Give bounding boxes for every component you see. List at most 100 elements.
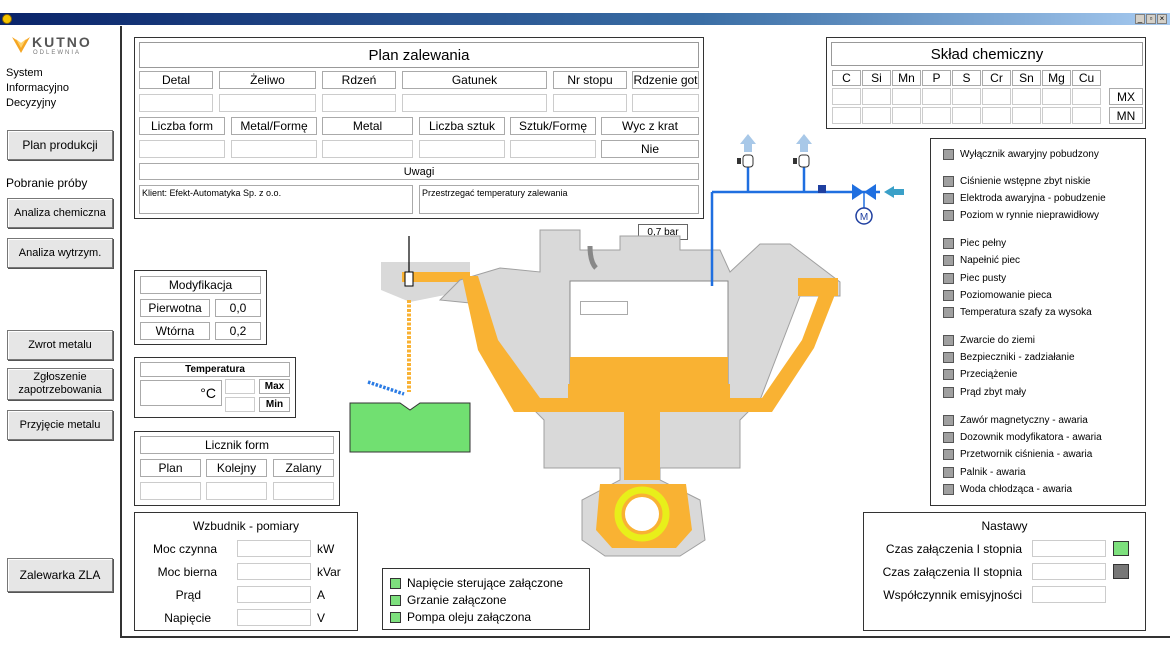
alarm-indicator [943,484,954,495]
prad-field[interactable] [237,586,311,603]
wzbudnik-panel: Wzbudnik - pomiary Moc czynna kW Moc bie… [134,512,358,631]
alarm-item: Elektroda awaryjna - pobudzenie [943,190,1106,207]
sklad-mx-p[interactable] [922,88,951,105]
logo: KUTNO ODLEWNIA [10,34,110,62]
nr-stopu-field[interactable] [553,94,627,112]
napiecie-field[interactable] [237,609,311,626]
moc-bierna-field[interactable] [237,563,311,580]
metal-forme-field[interactable] [231,140,317,158]
alarm-item: Poziom w rynnie nieprawidłowy [943,207,1099,224]
sklad-mx-c[interactable] [832,88,861,105]
status-grzanie: Grzanie załączone [390,592,506,608]
nastawy-row1-indicator [1113,541,1129,556]
pobranie-proby-title: Pobranie próby [6,176,88,190]
wtorna-label: Wtórna [140,322,210,340]
zgloszenie-line2: zapotrzebowania [18,384,102,396]
rdzenie-got-field[interactable] [632,94,699,112]
rdzen-field[interactable] [322,94,396,112]
alarm-item: Dozownik modyfikatora - awaria [943,429,1102,446]
alarm-indicator [943,307,954,318]
zgloszenie-line1: Zgłoszenie [33,371,87,383]
licznik-title: Licznik form [140,436,334,454]
status-grzanie-label: Grzanie załączone [407,593,507,607]
sklad-mn-sn[interactable] [1012,107,1041,124]
sklad-mn-mg[interactable] [1042,107,1071,124]
alarm-item: Przeciążenie [943,366,1017,383]
analiza-chemiczna-button[interactable]: Analiza chemiczna [7,198,113,228]
zalewarka-zla-button[interactable]: Zalewarka ZLA [7,558,113,592]
header-gatunek: Gatunek [402,71,547,89]
licznik-plan-field[interactable] [140,482,201,500]
alarm-label: Zawór magnetyczny - awaria [960,415,1088,426]
sklad-mn-mn[interactable] [892,107,921,124]
plan-produkcji-button[interactable]: Plan produkcji [7,130,113,160]
wtorna-value[interactable]: 0,2 [215,322,261,340]
sklad-mn-si[interactable] [862,107,891,124]
alarm-item: Zwarcie do ziemi [943,332,1035,349]
nastawy-row3-field[interactable] [1032,586,1106,603]
pierwotna-value[interactable]: 0,0 [215,299,261,317]
alarm-indicator [943,210,954,221]
alarm-indicator [943,467,954,478]
liczba-form-field[interactable] [139,140,225,158]
alarm-label: Bezpieczniki - zadziałanie [960,352,1075,363]
sklad-mx-mg[interactable] [1042,88,1071,105]
alarm-indicator [943,432,954,443]
zgloszenie-zapotrzebowania-button[interactable]: Zgłoszenie zapotrzebowania [7,368,113,400]
gatunek-field[interactable] [402,94,547,112]
przyjecie-metalu-button[interactable]: Przyjęcie metalu [7,410,113,440]
sklad-mx-label: MX [1109,88,1143,105]
furnace-level-display [580,301,628,315]
licznik-plan-label: Plan [140,459,201,477]
header-rdzenie-got: Rdzenie got [632,71,699,89]
licznik-kolejny-label: Kolejny [206,459,267,477]
analiza-wytrzym-button[interactable]: Analiza wytrzym. [7,238,113,268]
status-pompa-indicator [390,611,401,623]
sklad-mn-cu[interactable] [1072,107,1101,124]
sklad-header-s: S [952,70,981,86]
maximize-button[interactable]: ▫ [1146,14,1156,24]
sklad-mx-sn[interactable] [1012,88,1041,105]
minimize-button[interactable]: _ [1135,14,1145,24]
moc-bierna-label: Moc bierna [157,565,217,579]
alarm-item: Temperatura szafy za wysoka [943,304,1092,321]
moc-czynna-unit: kW [317,542,335,556]
sklad-mx-cu[interactable] [1072,88,1101,105]
sklad-mx-mn[interactable] [892,88,921,105]
sklad-mn-cr[interactable] [982,107,1011,124]
title-bar: _ ▫ × [0,0,1170,26]
alarm-label: Napełnić piec [960,255,1021,266]
alarm-label: Ciśnienie wstępne zbyt niskie [960,176,1091,187]
close-button[interactable]: × [1157,14,1167,24]
sklad-mx-s[interactable] [952,88,981,105]
licznik-zalany-field[interactable] [273,482,334,500]
header-detal: Detal [139,71,213,89]
header-liczba-form: Liczba form [139,117,225,135]
temp-min-field[interactable] [225,397,255,412]
sklad-header-mg: Mg [1042,70,1071,86]
sklad-mx-cr[interactable] [982,88,1011,105]
nastawy-row2-field[interactable] [1032,563,1106,580]
zwrot-metalu-button[interactable]: Zwrot metalu [7,330,113,360]
header-zeliwo: Żeliwo [219,71,316,89]
alarm-label: Prąd zbyt mały [960,387,1027,398]
alarm-indicator [943,255,954,266]
licznik-form-panel: Licznik form Plan Kolejny Zalany [134,431,340,506]
temperatura-value-field[interactable]: °C [140,380,222,406]
alarm-indicator [943,449,954,460]
temp-max-field[interactable] [225,379,255,394]
sklad-mn-s[interactable] [952,107,981,124]
moc-czynna-field[interactable] [237,540,311,557]
licznik-kolejny-field[interactable] [206,482,267,500]
detal-field[interactable] [139,94,213,112]
alarm-item: Palnik - awaria [943,464,1026,481]
sklad-mx-si[interactable] [862,88,891,105]
sklad-mn-c[interactable] [832,107,861,124]
nastawy-row1-field[interactable] [1032,540,1106,557]
alarm-label: Piec pusty [960,273,1007,284]
zeliwo-field[interactable] [219,94,316,112]
alarm-indicator [943,149,954,160]
sklad-header-c: C [832,70,861,86]
moc-bierna-unit: kVar [317,565,341,579]
sklad-mn-p[interactable] [922,107,951,124]
